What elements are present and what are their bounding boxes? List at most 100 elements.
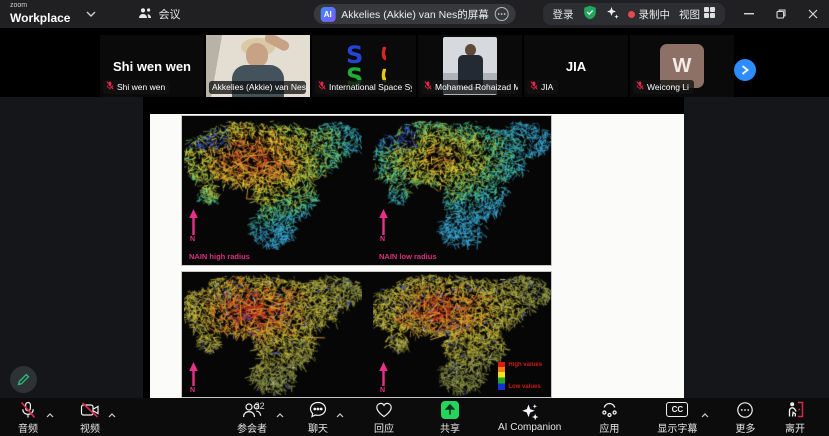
apps-icon xyxy=(601,401,618,419)
name-tag: International Space Syn... xyxy=(315,80,412,94)
captions-chevron-icon[interactable] xyxy=(701,405,709,423)
participants-count: 22 xyxy=(255,401,265,411)
more-button[interactable]: 更多 xyxy=(723,398,767,436)
participants-strip: Shi wen wen Shi wen wen Akkelies (Akkie)… xyxy=(0,28,829,97)
recording-label: 录制中 xyxy=(639,7,671,22)
shared-screen-capture: N N NAIN high radius NAIN low radius N xyxy=(143,97,684,398)
meeting-tab-label: 会议 xyxy=(158,6,180,22)
participants-button[interactable]: 22 参会者 xyxy=(230,398,274,436)
muted-mic-icon xyxy=(530,81,538,92)
muted-mic-icon xyxy=(424,81,432,92)
map-nain-high-radius xyxy=(184,118,362,250)
recording-dot-icon xyxy=(628,11,635,18)
share-options-more-icon[interactable] xyxy=(495,7,509,21)
map-caption: NAIN high radius xyxy=(189,252,250,261)
workspace-chevron-down-icon[interactable] xyxy=(86,11,96,17)
chat-button[interactable]: 聊天 xyxy=(296,398,340,436)
map-nain-low-radius xyxy=(373,118,551,250)
share-screen-icon xyxy=(441,401,459,419)
heart-icon xyxy=(375,401,393,419)
recording-indicator[interactable]: 录制中 xyxy=(628,7,671,22)
name-tag-text: Akkelies (Akkie) van Nes xyxy=(212,82,306,92)
participant-tile-weicong[interactable]: W Weicong Li xyxy=(630,35,734,97)
svg-text:S: S xyxy=(376,45,386,62)
audio-button[interactable]: 音频 xyxy=(6,398,50,436)
chat-chevron-icon[interactable] xyxy=(336,405,344,423)
legend-low-label: Low values xyxy=(508,384,542,390)
name-tag-text: JIA xyxy=(541,82,553,92)
name-tag: Weicong Li xyxy=(633,80,694,94)
north-arrow: N xyxy=(379,362,388,394)
window-restore-button[interactable] xyxy=(765,0,797,28)
status-pill: 登录 录制中 视图 xyxy=(543,3,726,25)
ai-companion-button[interactable]: AI Companion xyxy=(494,398,565,436)
north-arrow: N xyxy=(189,209,198,243)
map-caption: NAIN low radius xyxy=(379,252,437,261)
muted-mic-icon xyxy=(318,81,326,92)
reactions-button[interactable]: 回应 xyxy=(362,398,406,436)
value-legend: High values Low values xyxy=(498,362,542,390)
pencil-icon xyxy=(17,373,30,386)
name-tag: Shi wen wen xyxy=(103,80,170,94)
legend-high-label: High values xyxy=(508,362,542,368)
participant-tile-akkelies-active-speaker[interactable]: Akkelies (Akkie) van Nes xyxy=(206,35,310,97)
name-tag: JIA xyxy=(527,80,558,94)
window-close-button[interactable] xyxy=(797,0,829,28)
shared-screen-title-pill[interactable]: AI Akkelies (Akkie) van Nes的屏幕 xyxy=(313,4,516,24)
signin-button[interactable]: 登录 xyxy=(553,7,574,22)
ai-sparkle-icon[interactable] xyxy=(606,6,619,22)
tab-meeting[interactable]: 会议 xyxy=(138,6,180,22)
chat-icon xyxy=(309,401,327,419)
name-tag: Mohamed Rohaizad M... xyxy=(421,80,518,94)
presentation-slide: N N NAIN high radius NAIN low radius N xyxy=(150,114,684,398)
north-arrow: N xyxy=(189,362,198,394)
captions-button[interactable]: CC 显示字幕 xyxy=(653,398,701,436)
more-ellipsis-icon xyxy=(736,401,754,419)
muted-mic-icon xyxy=(636,81,644,92)
participant-tile-mohamed[interactable]: Mohamed Rohaizad M... xyxy=(418,35,522,97)
name-tag-text: Weicong Li xyxy=(647,82,689,92)
share-screen-button[interactable]: 共享 xyxy=(428,398,472,436)
view-label: 视图 xyxy=(679,7,700,22)
ai-badge-icon: AI xyxy=(320,7,335,22)
zoom-workplace-logo: zoom Workplace xyxy=(10,2,70,26)
name-tag: Akkelies (Akkie) van Nes xyxy=(209,81,306,94)
video-button[interactable]: 视频 xyxy=(68,398,112,436)
security-shield-icon[interactable] xyxy=(583,5,597,23)
chevron-right-icon xyxy=(741,65,749,75)
ai-companion-sparkle-icon xyxy=(521,403,539,421)
leave-button[interactable]: 离开 xyxy=(773,398,817,436)
next-participants-button[interactable] xyxy=(734,59,756,81)
maps-panel-top: N N NAIN high radius NAIN low radius xyxy=(181,115,552,266)
camera-off-icon xyxy=(80,401,100,419)
north-arrow: N xyxy=(379,209,388,243)
audio-options-chevron-icon[interactable] xyxy=(46,405,54,423)
participants-chevron-icon[interactable] xyxy=(276,405,284,423)
annotate-button[interactable] xyxy=(10,366,37,393)
shared-screen-area: N N NAIN high radius NAIN low radius N xyxy=(0,97,829,398)
meeting-people-icon xyxy=(138,7,153,22)
name-tag-text: Mohamed Rohaizad M... xyxy=(435,82,518,92)
map-bottom-left xyxy=(184,272,362,396)
name-tag-text: Shi wen wen xyxy=(117,82,165,92)
participant-tile-shi-wen-wen[interactable]: Shi wen wen Shi wen wen xyxy=(100,35,204,97)
muted-mic-icon xyxy=(106,81,114,92)
brand-workplace: Workplace xyxy=(10,11,70,25)
video-options-chevron-icon[interactable] xyxy=(108,405,116,423)
leave-door-icon xyxy=(786,401,804,419)
participant-tile-jia[interactable]: JIA JIA xyxy=(524,35,628,97)
meeting-toolbar: 音频 视频 22 参会者 聊天 xyxy=(0,398,829,436)
color-scale-bar xyxy=(498,362,505,390)
participant-tile-international-space-syntax[interactable]: S S S S International Space Syn... xyxy=(312,35,416,97)
view-button[interactable]: 视图 xyxy=(679,7,715,22)
closed-captions-icon: CC xyxy=(666,401,688,419)
shared-screen-title: Akkelies (Akkie) van Nes的屏幕 xyxy=(341,7,489,22)
apps-button[interactable]: 应用 xyxy=(587,398,631,436)
view-grid-icon xyxy=(704,7,715,21)
name-tag-text: International Space Syn... xyxy=(329,82,412,92)
brand-zoom: zoom xyxy=(10,2,70,9)
window-minimize-button[interactable] xyxy=(733,0,765,28)
maps-panel-bottom: N N High values Low values xyxy=(181,271,552,398)
title-bar: zoom Workplace 会议 AI Akkelies (Akkie) va… xyxy=(0,0,829,28)
mic-muted-icon xyxy=(19,401,37,419)
